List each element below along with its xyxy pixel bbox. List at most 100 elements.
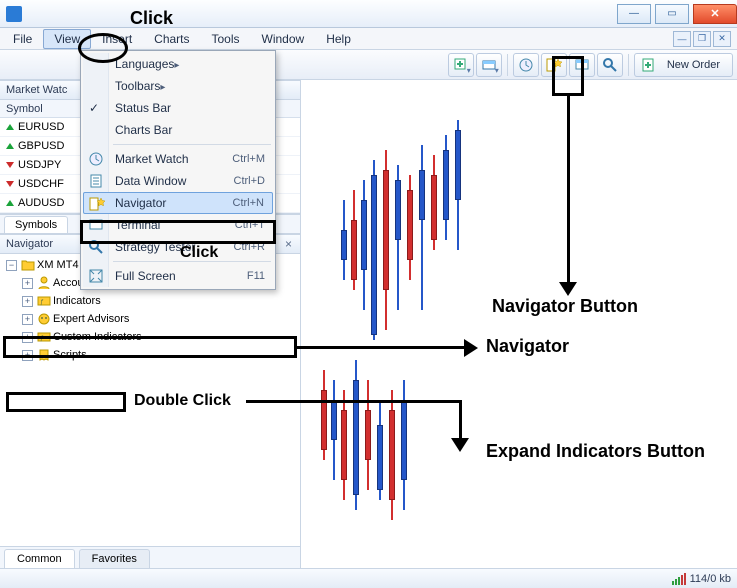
mdi-restore-button[interactable]: ❐ xyxy=(693,31,711,47)
anno-arrowhead-navigator xyxy=(464,339,478,357)
menu-item-label: Full Screen xyxy=(115,269,176,283)
menu-item-label: Charts Bar xyxy=(115,123,172,137)
tree-item-expert-advisors[interactable]: + Expert Advisors xyxy=(0,310,300,328)
menu-help[interactable]: Help xyxy=(315,29,362,49)
tree-item-scripts[interactable]: + Scripts xyxy=(0,346,300,364)
menu-charts[interactable]: Charts xyxy=(143,29,200,49)
sheet-icon xyxy=(88,173,104,189)
menu-item-shortcut: Ctrl+R xyxy=(234,241,265,253)
expand-icon[interactable]: + xyxy=(22,278,33,289)
toolbar-separator xyxy=(628,54,629,76)
menu-item-shortcut: F11 xyxy=(247,270,265,282)
statusbar: 114/0 kb xyxy=(0,568,737,588)
direction-icon xyxy=(6,181,14,187)
expand-icon[interactable]: + xyxy=(22,350,33,361)
magnifier-icon xyxy=(88,239,104,255)
market-watch-tab-symbols[interactable]: Symbols xyxy=(4,216,68,233)
expand-icon[interactable]: + xyxy=(22,314,33,325)
fx-icon: ƒ xyxy=(37,294,51,308)
fullscreen-icon xyxy=(88,268,104,284)
anno-arrowhead-expand xyxy=(451,438,469,452)
menu-item-shortcut: Ctrl+N xyxy=(233,197,264,209)
tree-item-label: Scripts xyxy=(53,349,87,361)
toolbar-tester-button[interactable] xyxy=(597,53,623,77)
toolbar-terminal-button[interactable] xyxy=(569,53,595,77)
folder-icon xyxy=(21,258,35,272)
navigator-tabs: Common Favorites xyxy=(0,546,300,568)
tree-item-label: Expert Advisors xyxy=(53,313,129,325)
menu-insert[interactable]: Insert xyxy=(91,29,143,49)
anno-navigator-button: Navigator Button xyxy=(492,296,638,317)
menu-item-label: Navigator xyxy=(115,196,166,210)
direction-icon xyxy=(6,200,14,206)
expand-icon[interactable]: + xyxy=(22,296,33,307)
view-menu-full-screen[interactable]: Full Screen F11 xyxy=(83,265,273,287)
symbol-label: GBPUSD xyxy=(18,140,64,152)
toolbar-profiles-button[interactable] xyxy=(476,53,502,77)
statusbar-conn-text: 114/0 kb xyxy=(690,573,731,585)
mdi-close-button[interactable]: ✕ xyxy=(713,31,731,47)
statusbar-connection: 114/0 kb xyxy=(672,573,731,585)
svg-text:ƒ: ƒ xyxy=(40,299,44,306)
view-menu-strategy-tester[interactable]: Strategy TesterCtrl+R xyxy=(83,236,273,258)
symbol-label: USDJPY xyxy=(18,159,61,171)
menu-separator xyxy=(113,144,271,145)
submenu-arrow-icon xyxy=(160,79,165,93)
expand-icon[interactable]: + xyxy=(22,332,33,343)
view-menu-market-watch[interactable]: Market WatchCtrl+M xyxy=(83,148,273,170)
anno-dblclick: Double Click xyxy=(134,392,231,410)
navigator-tab-common[interactable]: Common xyxy=(4,549,75,568)
view-menu-languages[interactable]: Languages xyxy=(83,53,273,75)
menu-item-shortcut: Ctrl+D xyxy=(234,175,265,187)
view-menu-charts-bar[interactable]: Charts Bar xyxy=(83,119,273,141)
connection-bars-icon xyxy=(672,573,686,585)
window-close-button[interactable] xyxy=(693,4,737,24)
menu-item-label: Languages xyxy=(115,57,174,71)
view-menu-terminal[interactable]: TerminalCtrl+T xyxy=(83,214,273,236)
navigator-close-button[interactable]: × xyxy=(283,237,294,251)
tree-item-label: Custom Indicators xyxy=(53,331,142,343)
view-menu-dropdown: Languages Toolbars✓Status Bar Charts Bar Ma… xyxy=(80,50,276,290)
toolbar-new-order-button[interactable]: New Order xyxy=(634,53,733,77)
toolbar-new-chart-button[interactable] xyxy=(448,53,474,77)
navigator-title: Navigator xyxy=(6,238,53,250)
menu-item-label: Data Window xyxy=(115,174,186,188)
check-icon: ✓ xyxy=(89,101,99,115)
star-icon xyxy=(89,196,105,212)
market-watch-title: Market Watc xyxy=(6,84,67,96)
view-menu-status-bar[interactable]: ✓Status Bar xyxy=(83,97,273,119)
menu-file[interactable]: File xyxy=(2,29,43,49)
view-menu-data-window[interactable]: Data Window Ctrl+D xyxy=(83,170,273,192)
window-maximize-button[interactable] xyxy=(655,4,689,24)
tree-item-indicators[interactable]: +ƒIndicators xyxy=(0,292,300,310)
market-watch-col-symbol: Symbol xyxy=(6,103,43,115)
view-menu-toolbars[interactable]: Toolbars xyxy=(83,75,273,97)
toolbar-separator xyxy=(507,54,508,76)
tree-item-custom-indicators[interactable]: + ƒ Custom Indicators xyxy=(0,328,300,346)
menu-window[interactable]: Window xyxy=(251,29,316,49)
svg-text:ƒ: ƒ xyxy=(40,335,44,342)
direction-icon xyxy=(6,162,14,168)
anno-expand-label: Expand Indicators Button xyxy=(486,440,716,463)
direction-icon xyxy=(6,124,14,130)
chart-area[interactable] xyxy=(300,80,737,568)
toolbar-market-watch-button[interactable] xyxy=(513,53,539,77)
navigator-tab-favorites[interactable]: Favorites xyxy=(79,549,150,568)
symbol-label: USDCHF xyxy=(18,178,64,190)
candlestick-chart xyxy=(301,80,737,568)
symbol-label: EURUSD xyxy=(18,121,64,133)
symbol-label: AUDUSD xyxy=(18,197,64,209)
window-minimize-button[interactable] xyxy=(617,4,651,24)
menu-tools[interactable]: Tools xyxy=(201,29,251,49)
mdi-minimize-button[interactable]: — xyxy=(673,31,691,47)
terminal-icon xyxy=(88,217,104,233)
anno-navigator-label: Navigator xyxy=(486,336,569,357)
user-icon xyxy=(37,276,51,290)
view-menu-navigator[interactable]: Navigator Ctrl+N xyxy=(83,192,273,214)
anno-click-top: Click xyxy=(130,8,173,29)
menu-item-label: Terminal xyxy=(115,218,160,232)
ea-icon xyxy=(37,312,51,326)
toolbar-navigator-button[interactable] xyxy=(541,53,567,77)
menu-view[interactable]: View xyxy=(43,29,91,49)
collapse-icon[interactable]: − xyxy=(6,260,17,271)
